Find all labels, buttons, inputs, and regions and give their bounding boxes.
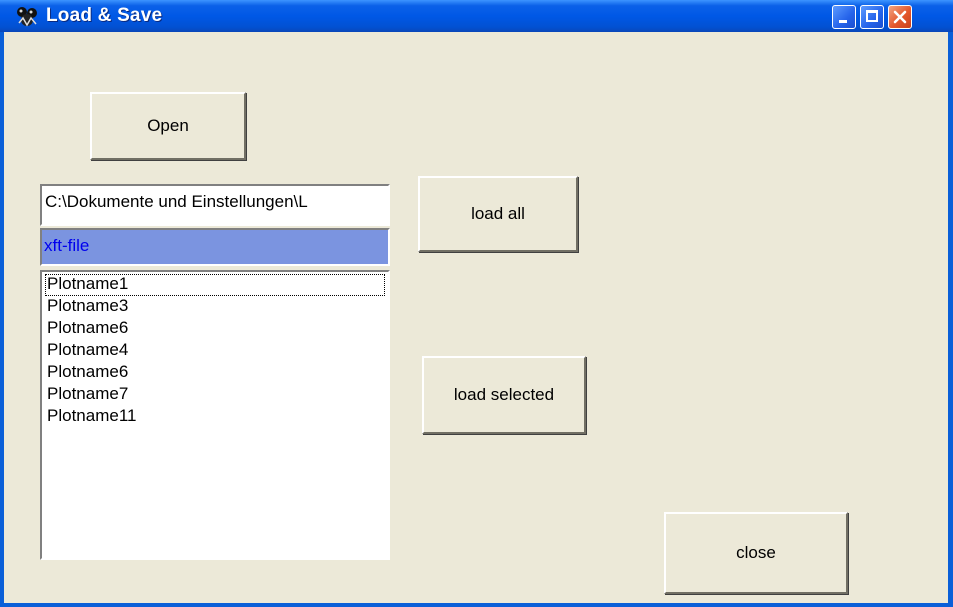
maximize-button[interactable] xyxy=(860,5,884,29)
close-icon xyxy=(893,10,907,24)
file-type-field[interactable]: xft-file xyxy=(40,228,390,266)
plot-list: Plotname1 Plotname3 Plotname6 Plotname4 Plot… xyxy=(45,274,385,428)
minimize-icon xyxy=(839,20,847,23)
list-item[interactable]: Plotname1 xyxy=(45,274,385,296)
dialog-client-area: Open C:\Dokumente und Einstellungen\L xf… xyxy=(4,32,948,603)
window-title: Load & Save xyxy=(46,5,163,26)
maximize-icon xyxy=(866,10,878,22)
close-button[interactable]: close xyxy=(664,512,848,594)
open-button[interactable]: Open xyxy=(90,92,246,160)
list-item[interactable]: Plotname6 xyxy=(45,318,385,340)
path-input[interactable]: C:\Dokumente und Einstellungen\L xyxy=(40,184,390,226)
app-window: Load & Save Open C:\Dokumente und Einste… xyxy=(0,0,953,607)
load-selected-button[interactable]: load selected xyxy=(422,356,586,434)
list-item[interactable]: Plotname3 xyxy=(45,296,385,318)
plot-listbox[interactable]: Plotname1 Plotname3 Plotname6 Plotname4 Plot… xyxy=(40,270,390,560)
minimize-button[interactable] xyxy=(832,5,856,29)
list-item[interactable]: Plotname4 xyxy=(45,340,385,362)
list-item[interactable]: Plotname11 xyxy=(45,406,385,428)
list-item[interactable]: Plotname7 xyxy=(45,384,385,406)
load-all-button[interactable]: load all xyxy=(418,176,578,252)
close-window-button[interactable] xyxy=(888,5,912,29)
title-bar[interactable]: Load & Save xyxy=(0,0,953,32)
app-icon xyxy=(17,7,37,27)
list-item[interactable]: Plotname6 xyxy=(45,362,385,384)
